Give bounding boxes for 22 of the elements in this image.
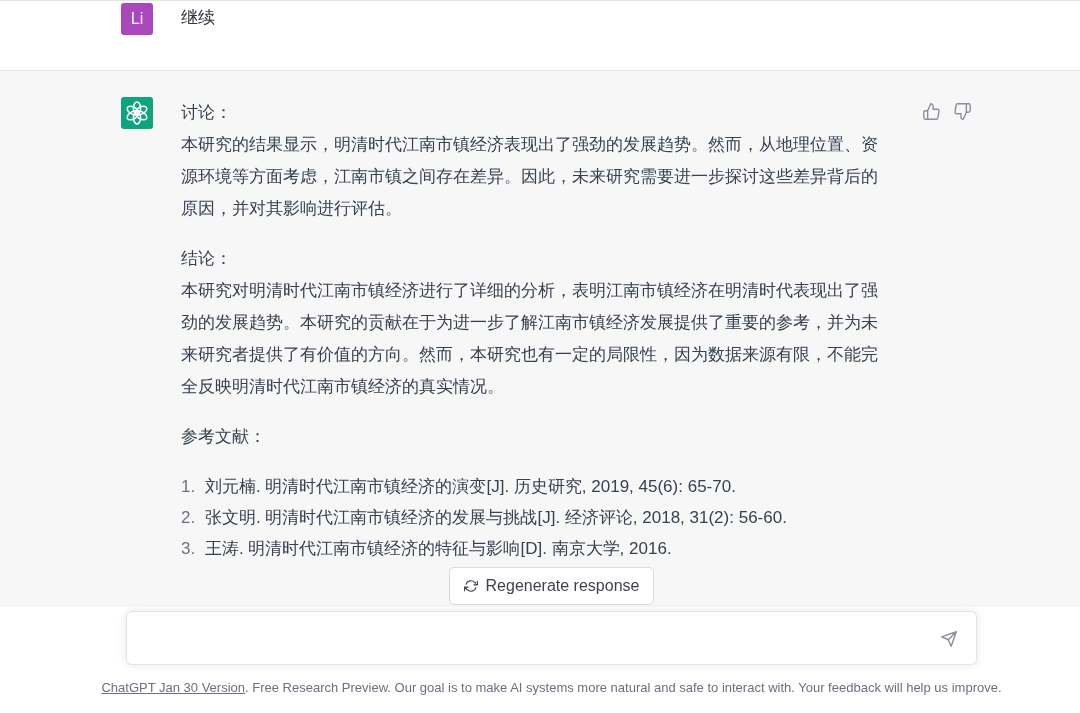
list-number: 2. — [181, 507, 197, 529]
user-avatar: Li — [121, 3, 153, 35]
reference-text: 张文明. 明清时代江南市镇经济的发展与挑战[J]. 经济评论, 2018, 31(2): 56-60. — [205, 507, 787, 529]
reference-text: 王涛. 明清时代江南市镇经济的特征与影响[D]. 南京大学, 2016. — [205, 538, 672, 560]
regenerate-button[interactable]: Regenerate response — [448, 567, 655, 605]
reference-text: 刘元楠. 明清时代江南市镇经济的演变[J]. 历史研究, 2019, 45(6): 65-70. — [205, 476, 736, 498]
section-title: 参考文献： — [181, 426, 267, 448]
thumbs-down-icon[interactable] — [954, 103, 971, 120]
version-link[interactable]: ChatGPT Jan 30 Version — [101, 680, 245, 695]
message-text: 继续 — [181, 7, 215, 29]
thumbs-up-icon[interactable] — [923, 103, 940, 120]
footer-text: ChatGPT Jan 30 Version. Free Research Preview. Our goal is to make AI systems more natural and safe to interact with. Your feedback will help us improve. — [101, 680, 1002, 696]
refresh-icon — [463, 579, 478, 593]
paragraph: 本研究对明清时代江南市镇经济进行了详细的分析，表明江南市镇经济在明清时代表现出了强劲的发展趋势。本研究的贡献在于为进一步了解江南市镇经济发展提供了重要的参考，并为未来研究者提供了有价值的方向。然而，本研究也有一定的局限性，因为数据来源有限，不能完全反映明清时代江南市镇经济的真实情况。 — [181, 280, 879, 398]
knot-avatar-icon — [121, 97, 153, 129]
section-title: 讨论： — [181, 102, 233, 124]
section-title: 结论： — [181, 248, 233, 270]
message-input[interactable] — [126, 611, 977, 665]
paragraph: 本研究的结果显示，明清时代江南市镇经济表现出了强劲的发展趋势。然而，从地理位置、资源环境等方面考虑，江南市镇之间存在差异。因此，未来研究需要进一步探讨这些差异背后的原因，并对其影响进行评估。 — [181, 134, 879, 220]
list-number: 1. — [181, 476, 197, 498]
list-number: 3. — [181, 538, 197, 560]
send-icon[interactable] — [941, 631, 957, 647]
